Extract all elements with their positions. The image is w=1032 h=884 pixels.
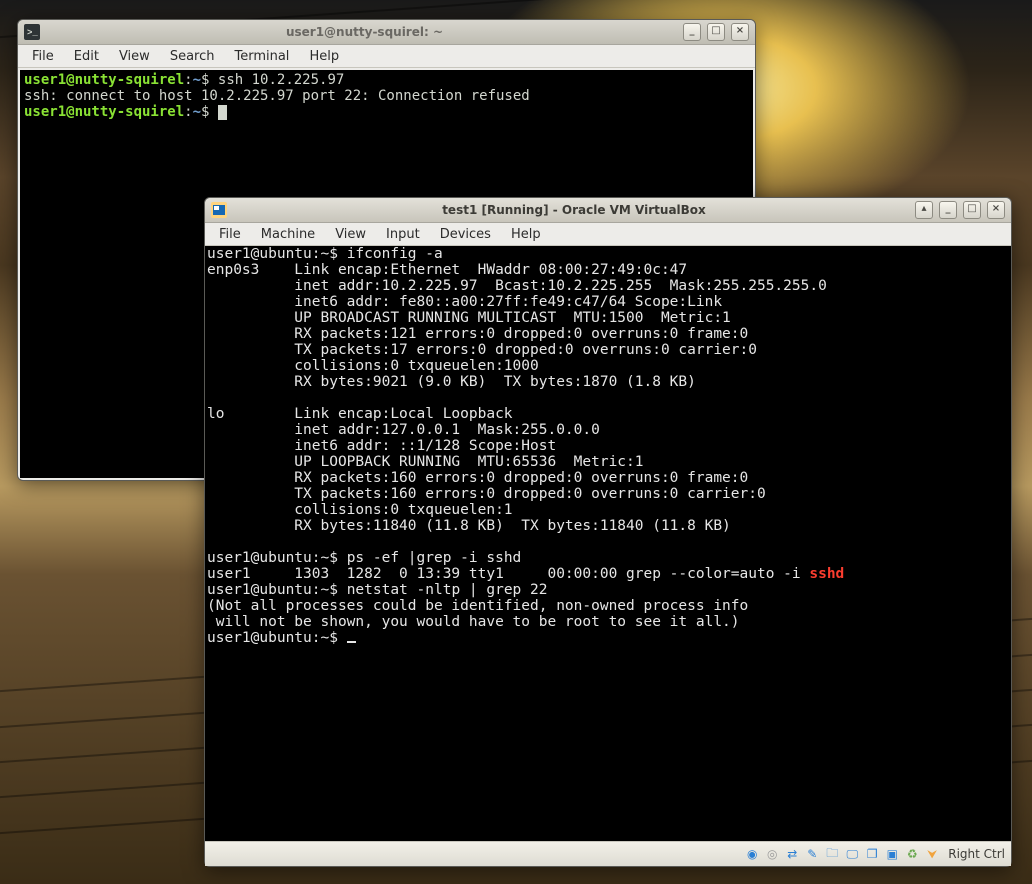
shared-folder-icon[interactable]: 🗀	[824, 846, 840, 862]
ps-output-highlight: sshd	[809, 566, 844, 582]
recording-icon[interactable]: ▣	[884, 846, 900, 862]
vbox-titlebar[interactable]: test1 [Running] - Oracle VM VirtualBox ▴…	[205, 198, 1011, 223]
vbox-menu-view[interactable]: View	[325, 225, 376, 244]
vbox-menu-help[interactable]: Help	[501, 225, 551, 244]
vbox-close-button[interactable]: ×	[987, 201, 1005, 219]
close-button[interactable]: ×	[731, 23, 749, 41]
vm-console[interactable]: user1@ubuntu:~$ ifconfig -a enp0s3 Link …	[205, 246, 1011, 841]
vbox-menu-file[interactable]: File	[209, 225, 251, 244]
usb-icon[interactable]: ✎	[804, 846, 820, 862]
vbox-menu-input[interactable]: Input	[376, 225, 430, 244]
seamless-icon[interactable]: ❐	[864, 846, 880, 862]
ifconfig-output: enp0s3 Link encap:Ethernet HWaddr 08:00:…	[207, 262, 827, 534]
virtualbox-window[interactable]: test1 [Running] - Oracle VM VirtualBox ▴…	[204, 197, 1012, 867]
hostkey-label[interactable]: Right Ctrl	[948, 847, 1005, 861]
menu-edit[interactable]: Edit	[64, 47, 109, 66]
svg-text:>_: >_	[27, 28, 38, 38]
prompt-user: user1@nutty-squirel	[24, 72, 184, 88]
vbox-maximize-button[interactable]: □	[963, 201, 981, 219]
display-icon[interactable]: 🖵	[844, 846, 860, 862]
virtualbox-icon	[211, 202, 227, 218]
host-titlebar[interactable]: >_ user1@nutty-squirel: ~ _ □ ×	[18, 20, 755, 45]
menu-terminal[interactable]: Terminal	[224, 47, 299, 66]
cmd-netstat: netstat -nltp | grep 22	[347, 582, 548, 598]
cmd-ifconfig: ifconfig -a	[347, 246, 443, 262]
menu-file[interactable]: File	[22, 47, 64, 66]
vbox-menubar: File Machine View Input Devices Help	[205, 223, 1011, 246]
mouse-integration-icon[interactable]: ⮟	[924, 846, 940, 862]
vbox-stayontop-button[interactable]: ▴	[915, 201, 933, 219]
minimize-button[interactable]: _	[683, 23, 701, 41]
vbox-menu-devices[interactable]: Devices	[430, 225, 501, 244]
ssh-error-output: ssh: connect to host 10.2.225.97 port 22…	[24, 88, 530, 104]
maximize-button[interactable]: □	[707, 23, 725, 41]
vbox-title: test1 [Running] - Oracle VM VirtualBox	[233, 203, 915, 217]
terminal-cursor	[218, 105, 227, 120]
menu-view[interactable]: View	[109, 47, 160, 66]
cmd-ps: ps -ef |grep -i sshd	[347, 550, 522, 566]
vbox-minimize-button[interactable]: _	[939, 201, 957, 219]
netstat-output: (Not all processes could be identified, …	[207, 598, 748, 630]
host-title: user1@nutty-squirel: ~	[46, 25, 683, 39]
ps-output: user1 1303 1282 0 13:39 tty1 00:00:00 gr…	[207, 566, 809, 582]
menu-help[interactable]: Help	[299, 47, 349, 66]
vm-cursor	[347, 641, 356, 643]
terminal-icon: >_	[24, 24, 40, 40]
prompt-path: ~	[193, 72, 201, 88]
hard-disk-icon[interactable]: ◉	[744, 846, 760, 862]
host-menubar: File Edit View Search Terminal Help	[18, 45, 755, 68]
menu-search[interactable]: Search	[160, 47, 225, 66]
cmd-ssh: ssh 10.2.225.97	[218, 72, 344, 88]
network-icon[interactable]: ⇄	[784, 846, 800, 862]
vm-prompt: user1@ubuntu:~$	[207, 246, 347, 262]
vbox-menu-machine[interactable]: Machine	[251, 225, 325, 244]
optical-disk-icon[interactable]: ◎	[764, 846, 780, 862]
vbox-statusbar: ◉ ◎ ⇄ ✎ 🗀 🖵 ❐ ▣ ♻ ⮟ Right Ctrl	[205, 841, 1011, 866]
audio-icon[interactable]: ♻	[904, 846, 920, 862]
